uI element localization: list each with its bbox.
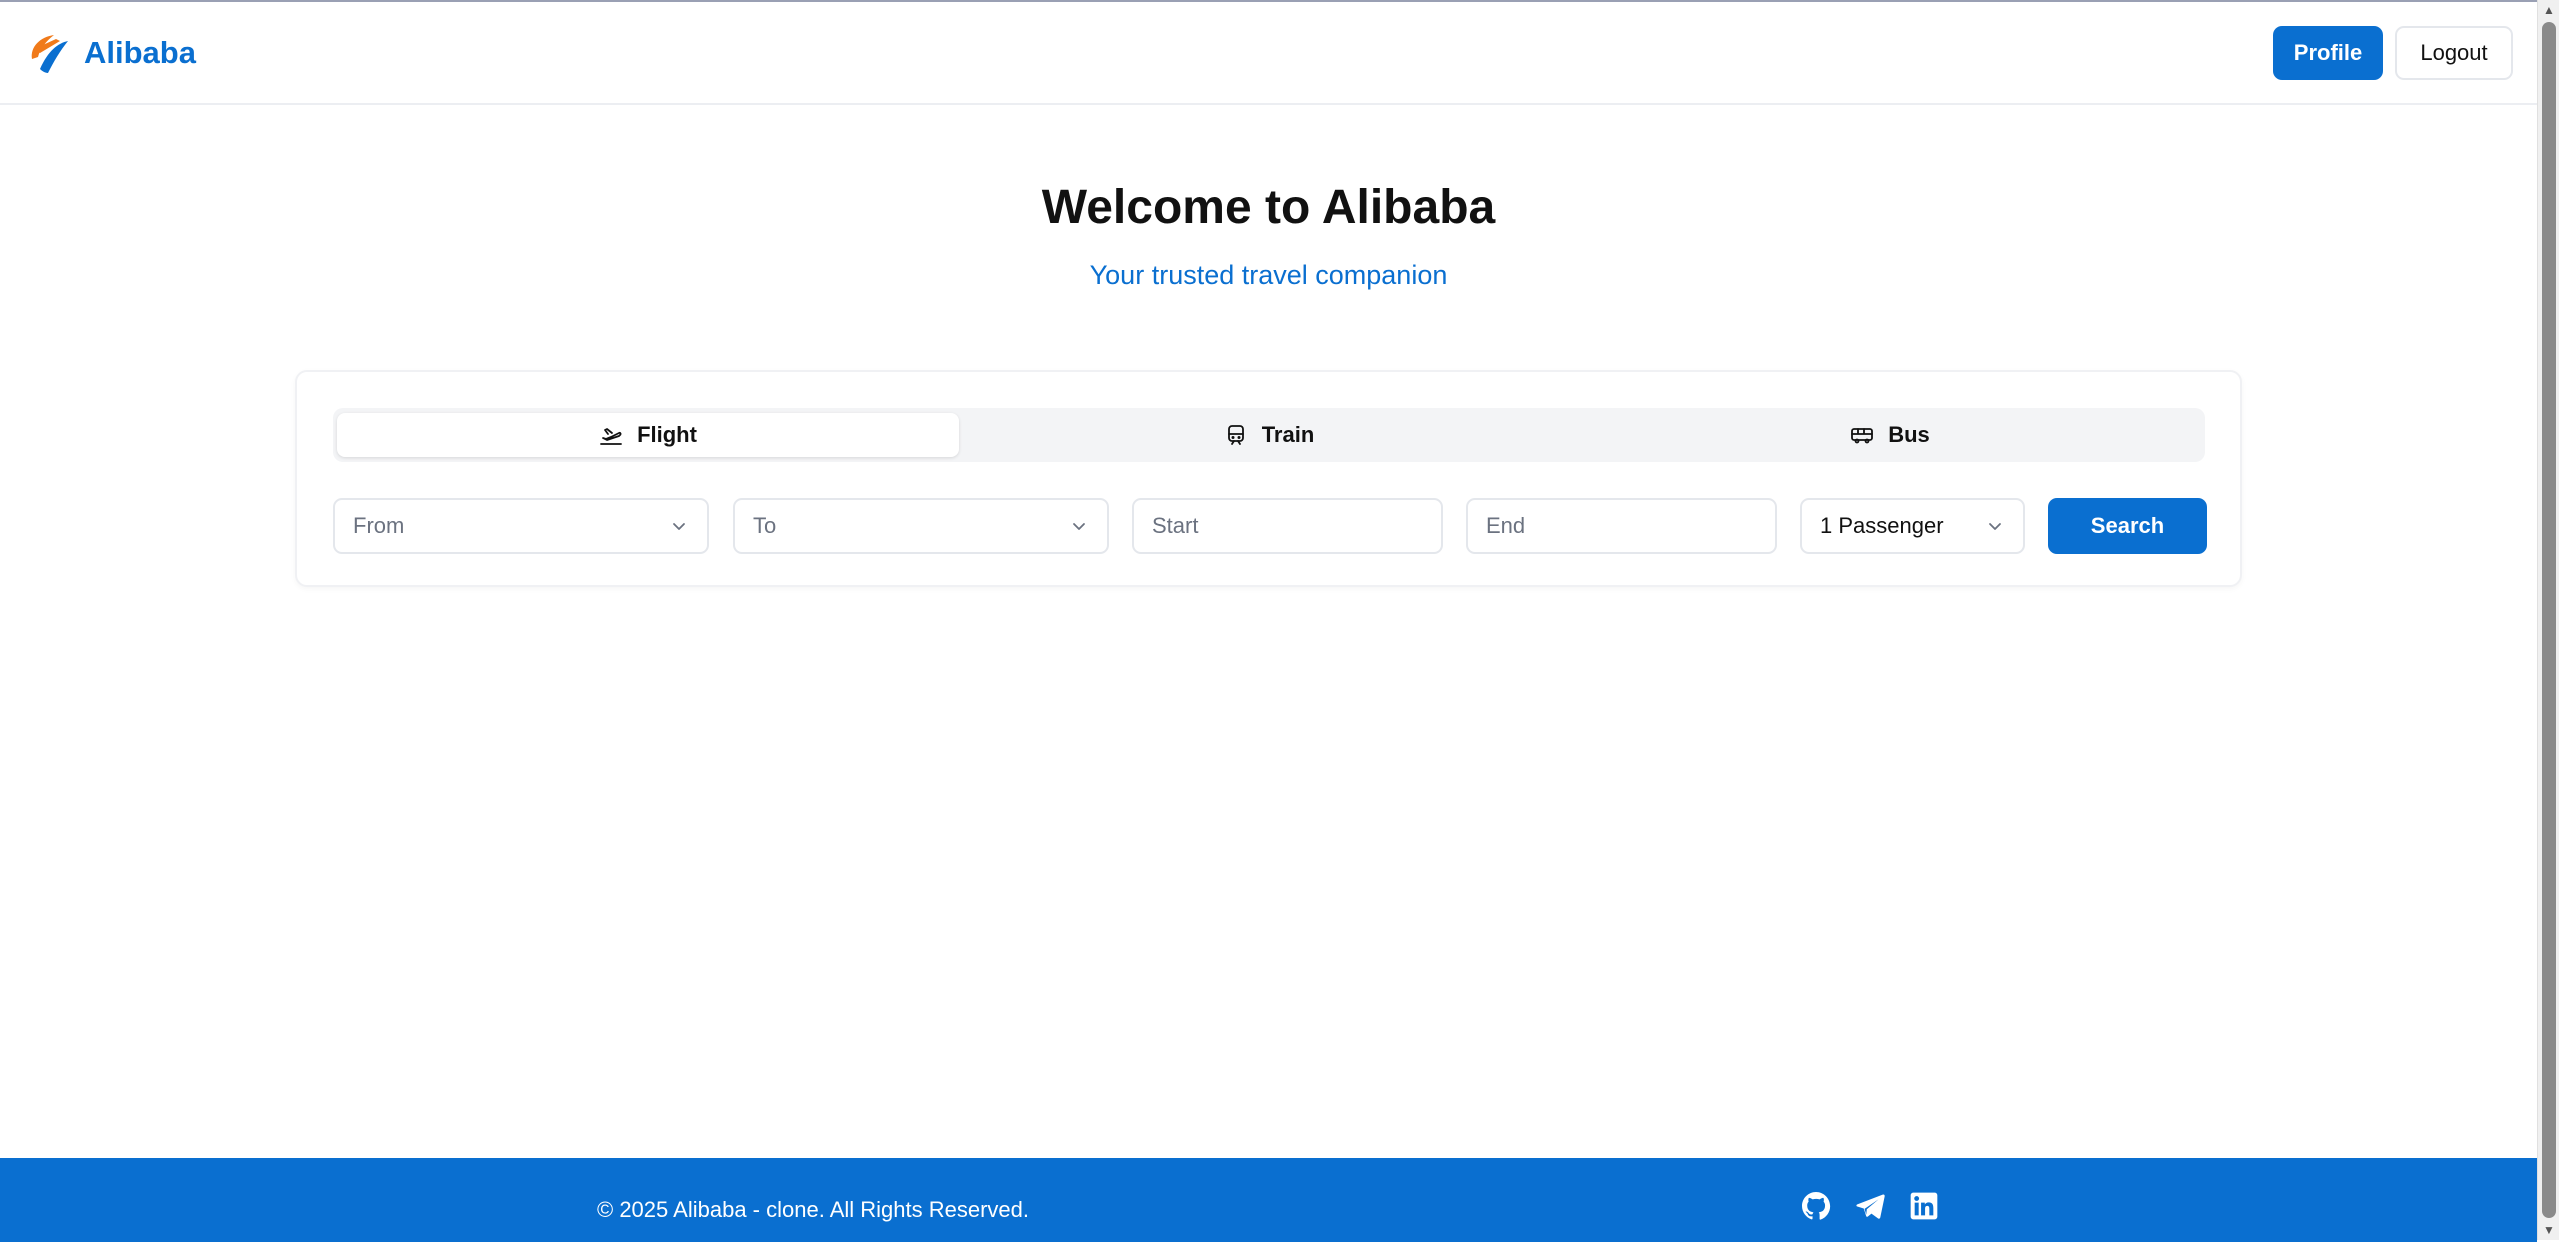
alibaba-logo-icon [31,35,68,73]
bus-icon [1851,428,1874,444]
transport-tabs: Flight Train Bus [333,408,2205,462]
search-button[interactable]: Search [2048,498,2207,554]
plane-departure-icon [600,428,622,445]
scroll-up-arrow-icon[interactable]: ▲ [2538,0,2559,20]
to-placeholder: To [753,513,777,538]
end-placeholder: End [1486,513,1526,538]
chevron-down-icon [673,523,685,530]
scroll-down-arrow-icon[interactable]: ▼ [2538,1220,2559,1240]
tab-label: Bus [1888,422,1930,447]
social-links [1800,1190,1940,1222]
start-placeholder: Start [1152,513,1199,538]
passenger-select[interactable]: 1 Passenger [1800,498,2025,554]
page-subtitle: Your trusted travel companion [1089,260,1448,290]
end-date-input[interactable]: End [1466,498,1777,554]
chevron-down-icon [1989,523,2001,530]
tab-label: Flight [637,422,697,447]
vertical-scrollbar[interactable]: ▲ ▼ [2537,0,2559,1240]
profile-button[interactable]: Profile [2273,26,2383,80]
linkedin-icon[interactable] [1908,1190,1940,1222]
tab-bus[interactable]: Bus [1579,413,2201,457]
github-icon[interactable] [1800,1190,1832,1222]
copyright-text: © 2025 Alibaba - clone. All Rights Reser… [597,1197,1030,1222]
brand[interactable]: Alibaba [26,28,196,78]
tab-train[interactable]: Train [958,413,1580,457]
telegram-icon[interactable] [1854,1190,1886,1222]
chevron-down-icon [1073,523,1085,530]
brand-name: Alibaba [84,35,196,70]
search-card: Flight Train Bus From To Start End 1 Pas… [295,370,2242,587]
tab-flight[interactable]: Flight [337,413,959,457]
logout-button[interactable]: Logout [2395,26,2513,80]
top-navbar: Alibaba Profile Logout [0,2,2537,105]
scrollbar-thumb[interactable] [2542,22,2556,1218]
page-title: Welcome to Alibaba [1041,181,1496,234]
start-date-input[interactable]: Start [1132,498,1443,554]
from-placeholder: From [353,513,405,538]
train-icon [1227,425,1244,445]
to-select[interactable]: To [733,498,1109,554]
page: Alibaba Profile Logout Welcome to Alibab… [0,0,2537,1242]
passenger-value: 1 Passenger [1820,513,1944,538]
from-select[interactable]: From [333,498,709,554]
footer: © 2025 Alibaba - clone. All Rights Reser… [0,1158,2537,1242]
tab-label: Train [1261,422,1315,447]
